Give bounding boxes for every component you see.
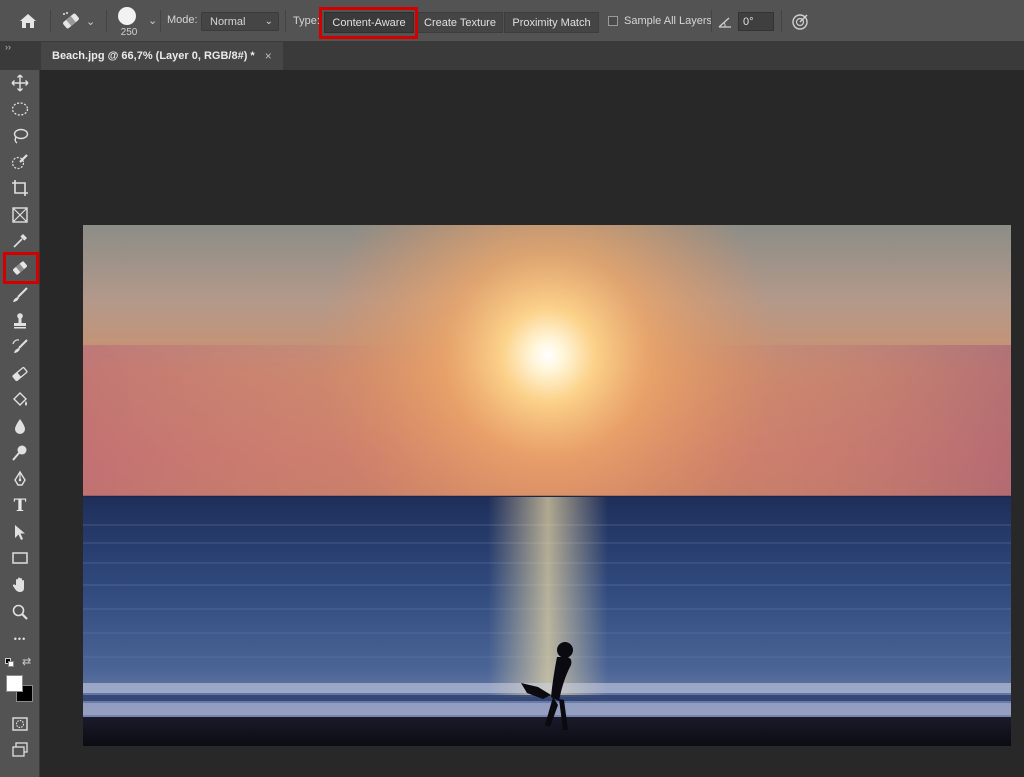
- edit-toolbar-button[interactable]: •••: [8, 628, 32, 650]
- hand-icon: [12, 577, 24, 592]
- move-icon: [11, 74, 29, 92]
- elliptical-marquee-icon: [11, 102, 29, 116]
- type-icon: T: [13, 496, 27, 516]
- zoom-tool[interactable]: [8, 601, 32, 623]
- brush-icon: [13, 287, 28, 302]
- crop-tool[interactable]: [8, 177, 32, 199]
- rectangle-icon: [12, 552, 28, 564]
- type-tool[interactable]: T: [8, 495, 32, 517]
- pressure-icon: [792, 14, 808, 30]
- blur-tool[interactable]: [8, 415, 32, 437]
- checkbox-box[interactable]: [608, 16, 618, 26]
- brush-preset-picker[interactable]: 250 ⌄: [114, 6, 158, 38]
- paint-bucket-icon: [13, 392, 27, 406]
- default-colors-icon[interactable]: [5, 658, 15, 668]
- quick-selection-tool[interactable]: [8, 151, 32, 173]
- home-button[interactable]: [8, 7, 48, 35]
- eraser-icon: [12, 366, 28, 382]
- quick-mask-icon: [12, 717, 28, 731]
- chevron-down-icon: ⌄: [86, 15, 96, 28]
- highlight-box: [319, 7, 418, 39]
- lasso-icon: [13, 128, 29, 144]
- frame-tool[interactable]: [8, 204, 32, 226]
- path-selection-tool[interactable]: [8, 521, 32, 543]
- options-bar: ⌄ 250 ⌄ Mode: Normal ⌄ Type: Content-Awa…: [0, 0, 1024, 42]
- screen-mode-icon: [12, 742, 28, 757]
- type-proximity-match-button[interactable]: Proximity Match: [504, 12, 599, 33]
- stamp-icon: [14, 313, 26, 329]
- chevron-down-icon: ⌄: [264, 16, 273, 27]
- type-label: Type:: [293, 15, 320, 27]
- pressure-size-button[interactable]: [790, 12, 810, 32]
- clone-stamp-tool[interactable]: [8, 310, 32, 332]
- sample-all-layers-label: Sample All Layers: [624, 15, 713, 27]
- document-tab-bar: ›› Beach.jpg @ 66,7% (Layer 0, RGB/8#) *…: [0, 42, 1024, 70]
- eyedropper-tool[interactable]: [8, 230, 32, 252]
- history-brush-icon: [12, 339, 28, 353]
- sample-all-layers-checkbox[interactable]: Sample All Layers: [608, 15, 712, 27]
- eyedropper-icon: [13, 234, 27, 248]
- eraser-tool[interactable]: [8, 363, 32, 385]
- dodge-icon: [12, 445, 27, 461]
- beach-sunset-image[interactable]: [83, 225, 1011, 746]
- quick-selection-icon: [11, 154, 28, 170]
- collapse-panels-icon[interactable]: ››: [5, 42, 11, 52]
- beach-photo: [83, 225, 1011, 746]
- zoom-icon: [12, 604, 28, 620]
- arrow-cursor-icon: [15, 525, 25, 540]
- more-icon: •••: [13, 634, 27, 644]
- document-tab[interactable]: Beach.jpg @ 66,7% (Layer 0, RGB/8#) * ×: [41, 42, 283, 70]
- lasso-tool[interactable]: [8, 125, 32, 147]
- mode-value: Normal: [210, 15, 246, 28]
- pen-icon: [14, 470, 26, 486]
- hand-tool[interactable]: [8, 574, 32, 596]
- close-icon[interactable]: ×: [265, 49, 272, 63]
- frame-icon: [12, 207, 28, 223]
- spot-healing-brush-icon: [63, 12, 79, 29]
- history-brush-tool[interactable]: [8, 336, 32, 358]
- toolbar: T ••• ⇄: [0, 70, 40, 777]
- crop-icon: [12, 180, 28, 196]
- angle-icon: [718, 17, 731, 28]
- foreground-color-swatch[interactable]: [6, 675, 23, 692]
- chevron-down-icon: ⌄: [148, 15, 158, 27]
- type-create-texture-button[interactable]: Create Texture: [417, 12, 503, 33]
- angle-input[interactable]: 0°: [738, 12, 774, 31]
- mode-select[interactable]: Normal ⌄: [201, 12, 279, 31]
- highlight-box: [3, 252, 39, 284]
- mode-label: Mode:: [167, 14, 198, 26]
- document-tab-title: Beach.jpg @ 66,7% (Layer 0, RGB/8#) *: [52, 50, 255, 62]
- dodge-tool[interactable]: [8, 442, 32, 464]
- brush-angle-control: 0°: [718, 12, 774, 31]
- screen-mode-button[interactable]: [8, 739, 32, 761]
- quick-mask-button[interactable]: [8, 713, 32, 735]
- tool-preset-picker[interactable]: ⌄: [60, 9, 95, 33]
- move-tool[interactable]: [8, 72, 32, 94]
- rectangle-tool[interactable]: [8, 547, 32, 569]
- home-icon: [20, 14, 36, 28]
- swap-colors-icon[interactable]: ⇄: [22, 655, 34, 668]
- brush-tool[interactable]: [8, 284, 32, 306]
- brush-size-value: 250: [120, 27, 138, 38]
- brush-tip-preview: [118, 7, 136, 25]
- pen-tool[interactable]: [8, 468, 32, 490]
- marquee-tool[interactable]: [8, 98, 32, 120]
- paint-bucket-tool[interactable]: [8, 389, 32, 411]
- blur-drop-icon: [15, 419, 25, 434]
- canvas-area[interactable]: [41, 70, 1024, 777]
